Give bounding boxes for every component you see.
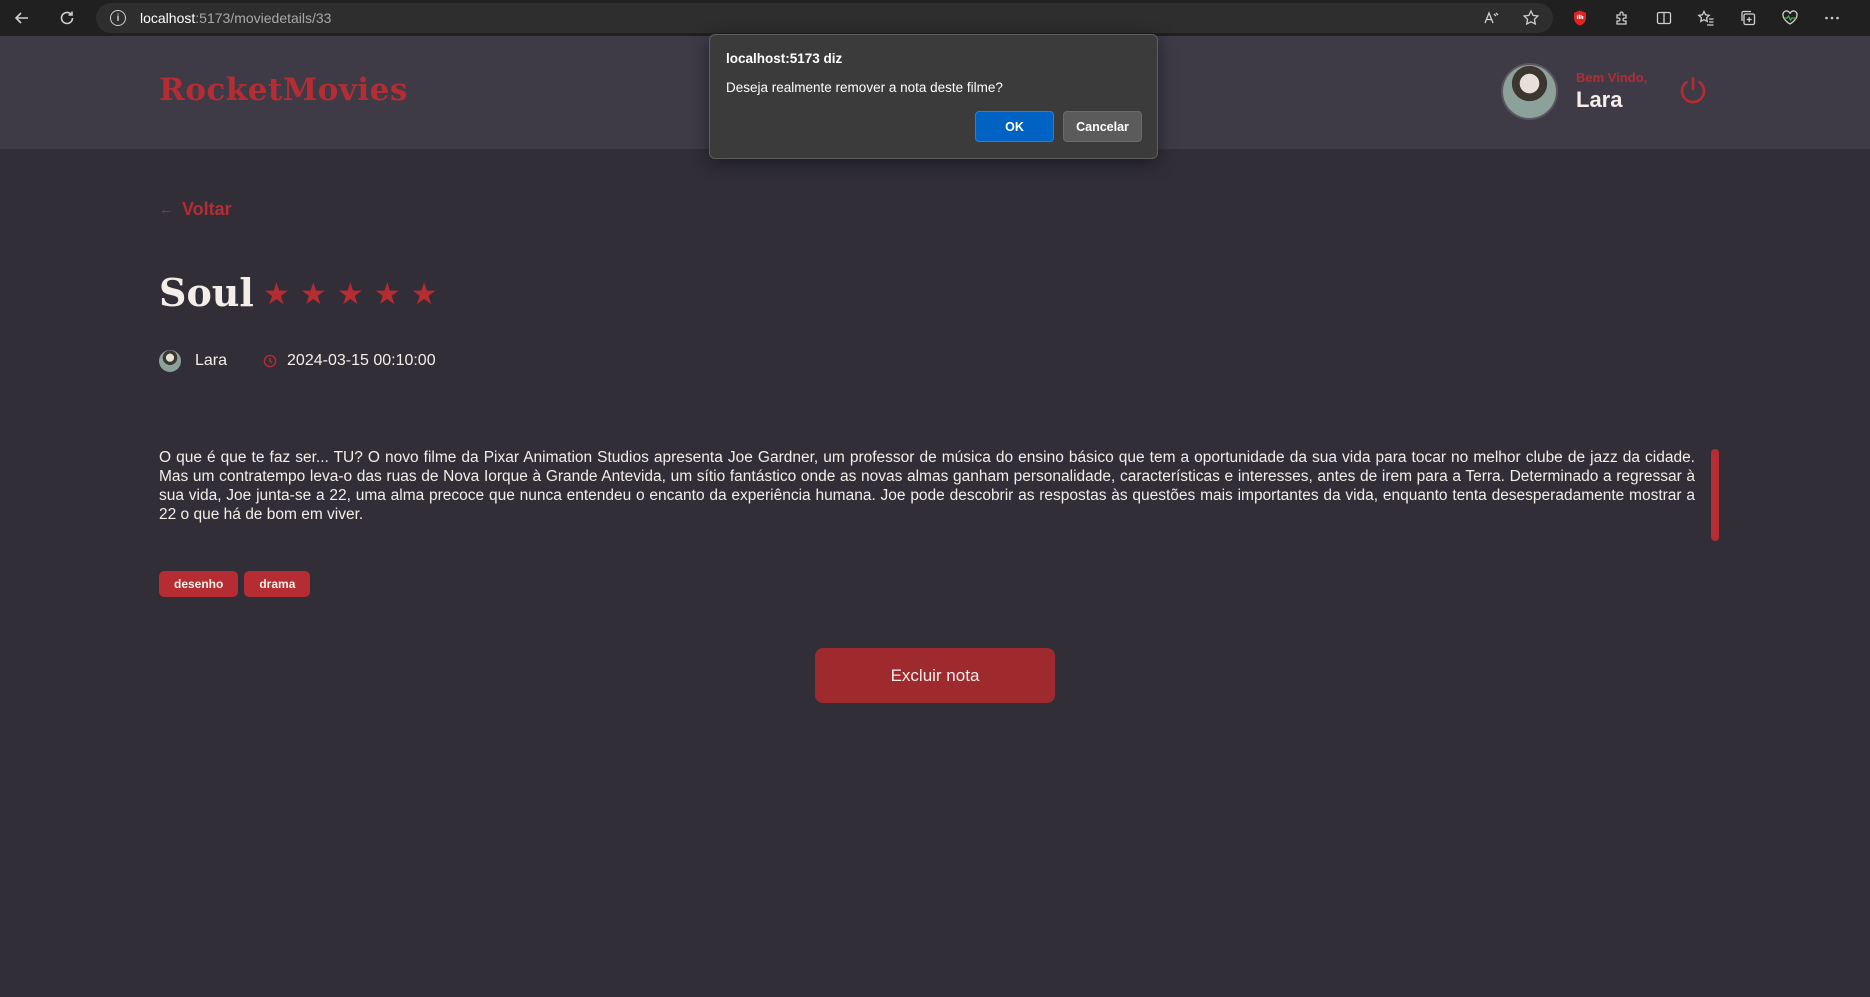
rating-stars: ★ ★ ★ ★ ★ (263, 278, 438, 312)
power-icon[interactable] (1677, 74, 1709, 106)
author-name: Lara (195, 352, 228, 369)
back-link[interactable]: ← Voltar (159, 199, 232, 220)
back-label: Voltar (182, 199, 232, 219)
address-bar[interactable]: i localhost:5173/moviedetails/33 (96, 3, 1553, 33)
star-icon: ★ (373, 278, 401, 311)
star-icon: ★ (410, 278, 438, 311)
arrow-left-icon: ← (159, 201, 174, 218)
note-datetime: 2024-03-15 00:10:00 (287, 352, 436, 369)
user-profile[interactable]: Bem Vindo, Lara (1501, 63, 1647, 120)
favorites-icon[interactable] (1696, 8, 1716, 28)
url-text: localhost:5173/moviedetails/33 (140, 10, 332, 26)
back-icon[interactable] (4, 0, 40, 36)
puzzle-icon[interactable] (1612, 8, 1632, 28)
split-screen-icon[interactable] (1654, 8, 1674, 28)
heart-pulse-icon[interactable] (1780, 8, 1800, 28)
tag-list: desenho drama (159, 571, 311, 597)
more-icon[interactable] (1822, 8, 1842, 28)
tag: desenho (159, 571, 239, 597)
brand-logo[interactable]: RocketMovies (159, 72, 408, 108)
confirm-dialog: localhost:5173 diz Deseja realmente remo… (709, 34, 1158, 159)
note-meta: Lara 2024-03-15 00:10:00 (159, 350, 436, 372)
extension-red-icon[interactable] (1570, 8, 1590, 28)
dialog-title: localhost:5173 diz (726, 51, 843, 66)
movie-title: Soul (159, 270, 254, 315)
user-name: Lara (1576, 87, 1623, 112)
movie-description: O que é que te faz ser... TU? O novo fil… (159, 449, 1695, 523)
star-icon: ★ (336, 278, 364, 311)
scrollbar-thumb[interactable] (1711, 449, 1719, 541)
refresh-icon[interactable] (49, 0, 85, 36)
star-icon: ★ (263, 278, 290, 311)
favorite-star-icon[interactable] (1521, 8, 1541, 28)
welcome-block: Bem Vindo, Lara (1576, 70, 1647, 113)
read-aloud-icon[interactable] (1481, 8, 1501, 28)
tag: drama (244, 571, 311, 597)
author-avatar (159, 350, 181, 372)
clock-icon (263, 354, 277, 368)
delete-note-button[interactable]: Excluir nota (815, 648, 1055, 703)
welcome-label: Bem Vindo, (1576, 70, 1648, 85)
browser-toolbar: i localhost:5173/moviedetails/33 (0, 0, 1870, 36)
dialog-message: Deseja realmente remover a nota deste fi… (726, 80, 1003, 95)
info-icon[interactable]: i (110, 10, 126, 26)
avatar[interactable] (1501, 63, 1558, 120)
collections-icon[interactable] (1738, 8, 1758, 28)
star-icon: ★ (299, 278, 327, 311)
ok-button[interactable]: OK (975, 111, 1054, 142)
cancel-button[interactable]: Cancelar (1063, 111, 1142, 142)
